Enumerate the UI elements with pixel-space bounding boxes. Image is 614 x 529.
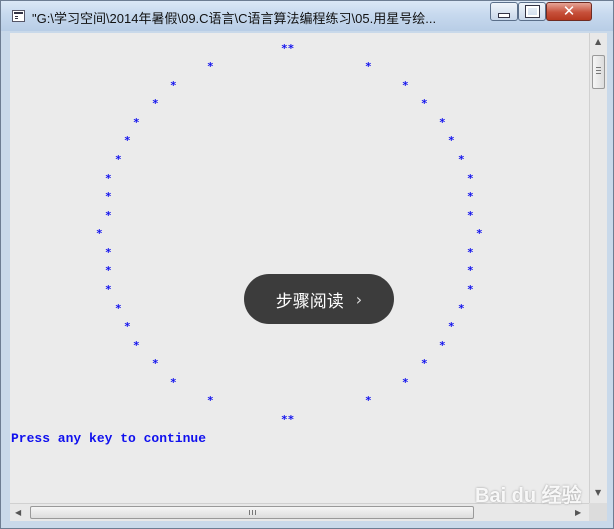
- star-glyph: *: [105, 283, 112, 296]
- star-glyph: *: [448, 134, 455, 147]
- console-app-icon[interactable]: [12, 10, 25, 22]
- star-glyph: *: [124, 320, 131, 333]
- star-glyph: *: [402, 79, 409, 92]
- star-glyph: **: [281, 42, 295, 55]
- star-glyph: *: [105, 190, 112, 203]
- star-glyph: *: [170, 376, 177, 389]
- star-glyph: *: [115, 153, 122, 166]
- vertical-scrollbar[interactable]: ▲ ▼: [589, 33, 607, 503]
- star-glyph: *: [105, 209, 112, 222]
- baidu-watermark: Bai du 经验: [475, 485, 582, 507]
- scroll-down-arrow-icon[interactable]: ▼: [595, 488, 601, 497]
- chevron-right-icon: ›: [355, 289, 363, 309]
- scroll-up-arrow-icon[interactable]: ▲: [595, 37, 601, 46]
- close-icon: ✕: [562, 2, 576, 20]
- star-glyph: *: [207, 394, 214, 407]
- press-any-key-text: Press any key to continue: [11, 431, 207, 446]
- maximize-button[interactable]: [518, 2, 546, 21]
- star-glyph: *: [439, 339, 446, 352]
- scroll-left-arrow-icon[interactable]: ◀: [15, 508, 21, 517]
- star-glyph: *: [124, 134, 131, 147]
- scroll-right-arrow-icon[interactable]: ▶: [575, 508, 581, 517]
- scrollbar-corner: [589, 503, 607, 521]
- star-glyph: *: [152, 97, 159, 110]
- vertical-scroll-thumb[interactable]: [592, 55, 605, 89]
- star-glyph: *: [439, 116, 446, 129]
- star-glyph: *: [467, 209, 474, 222]
- minimize-icon: [498, 12, 510, 18]
- star-glyph: *: [96, 227, 103, 240]
- star-glyph: *: [458, 153, 465, 166]
- star-glyph: *: [105, 264, 112, 277]
- star-glyph: *: [105, 246, 112, 259]
- close-button[interactable]: ✕: [546, 2, 592, 21]
- star-glyph: *: [170, 79, 177, 92]
- star-glyph: *: [421, 97, 428, 110]
- step-reading-button[interactable]: 步骤阅读 ›: [244, 274, 394, 324]
- star-glyph: *: [467, 283, 474, 296]
- star-glyph: *: [133, 339, 140, 352]
- console-output: ** * * * * * * * * * * * * * * * * * * * * * * * * * * * * * * * * * * * * * *…: [10, 33, 589, 503]
- star-glyph: *: [365, 394, 372, 407]
- title-bar[interactable]: "G:\学习空间\2014年暑假\09.C语言\C语言算法编程练习\05.用星号…: [1, 1, 613, 31]
- star-glyph: *: [105, 172, 112, 185]
- star-glyph: *: [421, 357, 428, 370]
- star-glyph: *: [467, 190, 474, 203]
- window-title: "G:\学习空间\2014年暑假\09.C语言\C语言算法编程练习\05.用星号…: [32, 11, 437, 26]
- star-glyph: *: [467, 246, 474, 259]
- star-glyph: *: [365, 60, 372, 73]
- star-glyph: *: [152, 357, 159, 370]
- star-glyph: *: [115, 302, 122, 315]
- console-window: "G:\学习空间\2014年暑假\09.C语言\C语言算法编程练习\05.用星号…: [0, 0, 614, 529]
- maximize-icon: [524, 5, 540, 18]
- minimize-button[interactable]: [490, 2, 518, 21]
- star-glyph: *: [458, 302, 465, 315]
- star-glyph: *: [467, 264, 474, 277]
- star-glyph: *: [402, 376, 409, 389]
- star-glyph: *: [207, 60, 214, 73]
- star-glyph: **: [281, 413, 295, 426]
- star-glyph: *: [467, 172, 474, 185]
- horizontal-scroll-thumb[interactable]: [30, 506, 474, 519]
- star-glyph: *: [476, 227, 483, 240]
- star-glyph: *: [133, 116, 140, 129]
- star-glyph: *: [448, 320, 455, 333]
- step-reading-label: 步骤阅读: [275, 291, 344, 311]
